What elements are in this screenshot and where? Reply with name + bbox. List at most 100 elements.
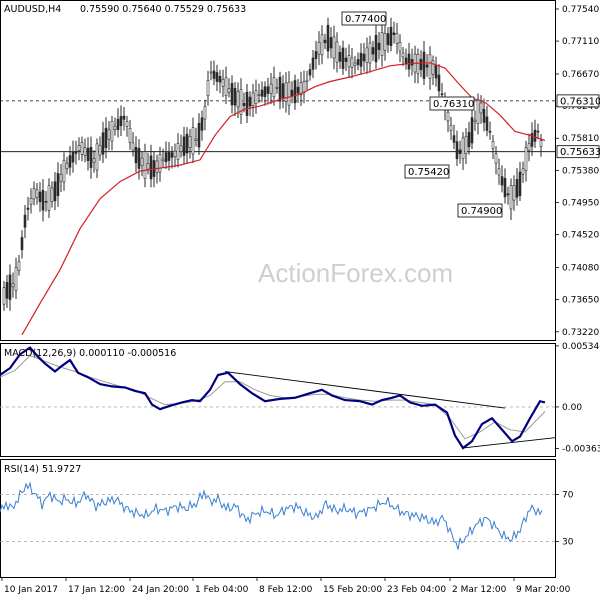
candle-body	[173, 150, 177, 158]
candle-body	[386, 33, 390, 46]
candle-body	[317, 41, 321, 55]
candle-body	[398, 42, 402, 52]
candle-body	[251, 92, 255, 107]
candle-body	[293, 80, 297, 104]
candle-body	[290, 89, 294, 97]
candle-body	[149, 155, 153, 180]
candle-body	[419, 58, 423, 71]
candle-body	[428, 54, 432, 79]
candle-body	[26, 207, 30, 210]
candle-body	[5, 282, 9, 299]
candle-body	[134, 146, 138, 164]
candle-body	[230, 83, 234, 106]
candle-body	[161, 158, 165, 162]
candle-body	[302, 81, 306, 93]
candle-body	[77, 145, 81, 151]
x-axis-tick-label: 15 Feb 20:00	[323, 585, 382, 595]
candle-body	[179, 145, 183, 152]
rsi-axis-tick-label: 30	[562, 538, 574, 548]
candle-body	[143, 151, 147, 179]
candle-body	[491, 141, 495, 149]
price-header-symbol: AUDUSD,H4	[4, 4, 61, 15]
price-axis-tick-label: 0.73650	[562, 296, 599, 306]
candle-body	[380, 32, 384, 56]
candle-body	[215, 72, 219, 82]
candle-body	[464, 136, 468, 154]
candle-body	[146, 163, 150, 170]
candle-body	[119, 116, 123, 126]
price-annotation-label: 0.75420	[408, 167, 449, 178]
candle-body	[71, 151, 75, 163]
candle-body	[305, 79, 309, 82]
candle-body	[245, 91, 249, 116]
price-axis-marker-label: 0.75633	[560, 147, 600, 158]
candle-body	[533, 129, 537, 142]
candle-body	[539, 140, 543, 147]
candle-body	[50, 187, 54, 202]
candle-body	[80, 142, 84, 155]
macd-axis-tick-label: 0.00	[562, 403, 582, 413]
candle-body	[329, 37, 333, 49]
price-annotation-label: 0.76310	[433, 99, 474, 110]
macd-line	[0, 346, 546, 450]
candle-body	[407, 53, 411, 70]
candle-body	[182, 136, 186, 156]
candle-body	[341, 47, 345, 69]
candle-body	[23, 214, 27, 228]
candle-body	[452, 135, 456, 143]
candle-body	[521, 168, 525, 175]
price-annotation-label: 0.74900	[461, 206, 502, 217]
candle-body	[308, 69, 312, 76]
candle-body	[188, 135, 192, 148]
candle-body	[116, 118, 120, 131]
candle-body	[41, 190, 45, 211]
candle-body	[242, 102, 246, 107]
candle-body	[467, 132, 471, 148]
candle-body	[65, 162, 69, 169]
macd-axis-tick-label: 0.005346	[562, 342, 600, 352]
candle-body	[461, 137, 465, 160]
candle-body	[410, 59, 414, 66]
x-axis-tick-label: 10 Jan 2017	[4, 585, 58, 595]
macd-plot	[0, 346, 556, 450]
candle-body	[392, 32, 396, 35]
candle-body	[488, 130, 492, 133]
candle-body	[455, 141, 459, 160]
candle-body	[176, 143, 180, 160]
candle-body	[14, 267, 18, 291]
candle-body	[323, 39, 327, 44]
x-axis-tick-label: 8 Feb 12:00	[259, 585, 313, 595]
macd-header: MACD(12,26,9) 0.000110 -0.000516	[4, 348, 176, 359]
candle-body	[512, 185, 516, 201]
candle-body	[227, 88, 231, 93]
candle-body	[383, 33, 387, 51]
candle-body	[281, 83, 285, 98]
x-axis-tick-label: 23 Feb 04:00	[387, 585, 446, 595]
candle-body	[191, 127, 195, 155]
macd-axis-tick-label: -0.003633	[562, 444, 600, 454]
candle-body	[347, 55, 351, 68]
candle-body	[476, 99, 480, 124]
rsi-plot	[0, 481, 555, 550]
candle-body	[326, 24, 330, 52]
candle-body	[53, 181, 57, 202]
candle-body	[500, 176, 504, 186]
candle-body	[35, 189, 39, 198]
candle-body	[272, 77, 276, 98]
candle-body	[494, 153, 498, 164]
candle-body	[194, 138, 198, 141]
candle-body	[200, 117, 204, 131]
candle-body	[458, 149, 462, 154]
candle-body	[74, 151, 78, 154]
x-axis-tick-label: 17 Jan 12:00	[68, 585, 125, 595]
watermark: ActionForex.com	[258, 258, 453, 288]
candle-body	[137, 148, 141, 169]
candle-body	[524, 147, 528, 171]
candle-body	[497, 168, 501, 176]
candle-body	[110, 120, 114, 142]
price-panel-frame	[0, 0, 556, 341]
price-axis-tick-label: 0.74080	[562, 264, 599, 274]
x-axis-tick-label: 2 Mar 12:00	[452, 585, 507, 595]
candle-body	[362, 53, 366, 62]
candle-body	[197, 123, 201, 148]
